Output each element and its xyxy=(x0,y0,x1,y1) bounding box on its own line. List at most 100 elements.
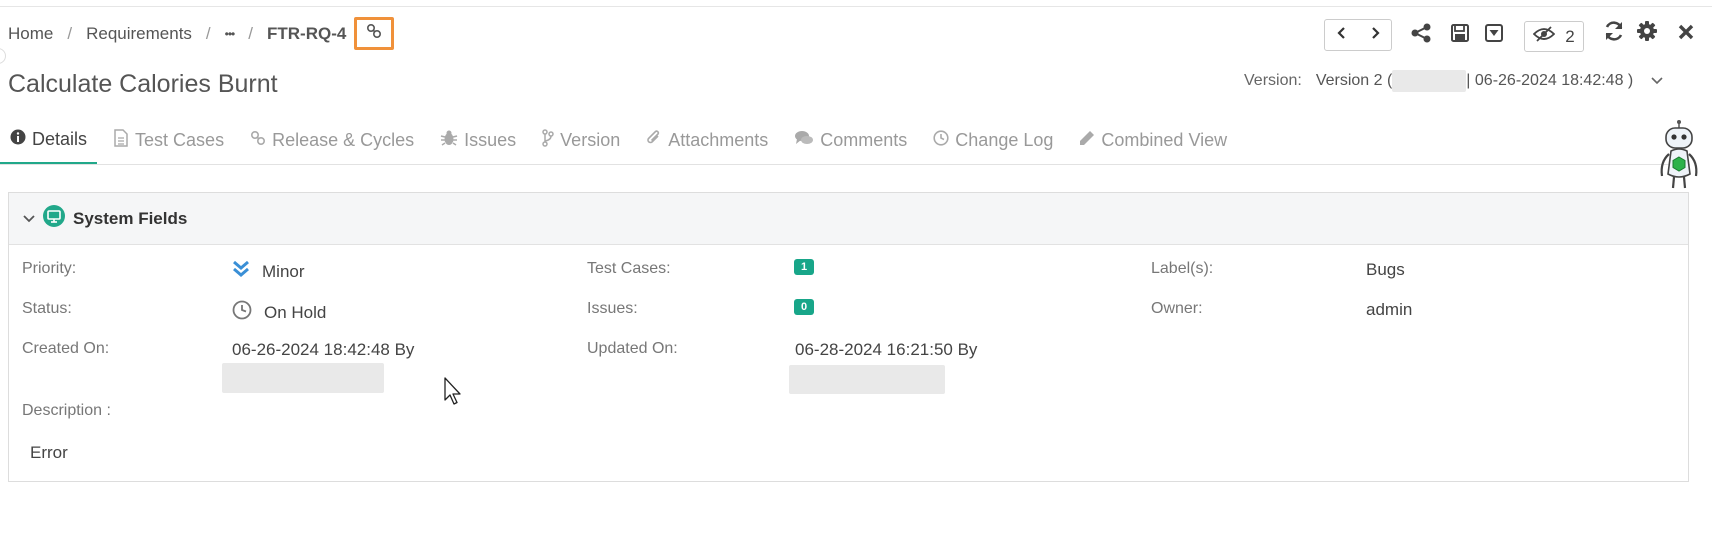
close-icon xyxy=(1677,23,1695,46)
tab-label: Attachments xyxy=(668,130,769,150)
tab-bar: Details Test Cases Release & Cycles Issu… xyxy=(0,116,1243,165)
version-value-suffix: | 06-26-2024 18:42:48 ) xyxy=(1466,72,1634,89)
created-on-label: Created On: xyxy=(22,340,110,357)
description-label: Description : xyxy=(22,402,111,419)
chevron-down-icon[interactable] xyxy=(23,210,35,228)
branch-icon xyxy=(542,129,554,152)
version-label: Version: xyxy=(1244,72,1302,89)
sidebar-toggle[interactable] xyxy=(0,48,6,64)
copy-link-button[interactable] xyxy=(354,17,394,50)
status-value: On Hold xyxy=(232,300,326,325)
priority-label: Priority: xyxy=(22,260,77,277)
share-icon xyxy=(1410,22,1432,49)
chevron-right-icon xyxy=(1369,26,1381,45)
breadcrumb-requirements[interactable]: Requirements xyxy=(86,24,192,44)
tab-attachments[interactable]: Attachments xyxy=(636,116,778,165)
paperclip-icon xyxy=(646,129,662,152)
double-chevron-down-icon xyxy=(232,260,250,283)
updated-on-label: Updated On: xyxy=(587,340,678,357)
tab-label: Version xyxy=(560,130,621,150)
tab-change-log[interactable]: Change Log xyxy=(923,116,1063,165)
page-title: Calculate Calories Burnt xyxy=(8,70,278,98)
test-cases-count-badge[interactable]: 1 xyxy=(794,259,815,275)
tabs-divider xyxy=(0,164,1690,165)
test-cases-label: Test Cases: xyxy=(587,260,671,277)
tab-label: Release & Cycles xyxy=(272,130,415,150)
pencil-icon xyxy=(1079,130,1095,151)
clock-icon xyxy=(232,300,252,325)
refresh-icon xyxy=(1603,20,1625,47)
eye-slash-icon xyxy=(1532,26,1556,47)
previous-button[interactable] xyxy=(1325,20,1358,50)
version-selector[interactable]: Version: Version 2 ( | 06-26-2024 18:42:… xyxy=(1244,70,1663,92)
monitor-icon xyxy=(43,205,65,232)
issues-label: Issues: xyxy=(587,300,638,317)
breadcrumb: Home / Requirements / ••• / FTR-RQ-4 xyxy=(8,22,346,46)
link-icon xyxy=(366,23,382,44)
labels-label: Label(s): xyxy=(1151,260,1214,277)
redacted-created-by xyxy=(222,363,384,393)
redacted-updated-by xyxy=(789,365,945,394)
breadcrumb-more[interactable]: ••• xyxy=(225,27,236,41)
breadcrumb-separator: / xyxy=(67,24,73,43)
breadcrumb-separator: / xyxy=(248,24,253,43)
breadcrumb-home[interactable]: Home xyxy=(8,24,53,44)
tab-label: Comments xyxy=(820,130,908,150)
document-icon xyxy=(113,129,129,152)
top-divider xyxy=(0,6,1712,7)
tab-comments[interactable]: Comments xyxy=(784,116,917,165)
clock-icon xyxy=(933,130,949,151)
tab-combined-view[interactable]: Combined View xyxy=(1069,116,1237,165)
mouse-cursor-icon xyxy=(444,377,464,412)
panel-title: System Fields xyxy=(73,208,188,228)
tab-details[interactable]: Details xyxy=(0,116,98,165)
chevron-left-icon xyxy=(1336,26,1348,45)
breadcrumb-current: FTR-RQ-4 xyxy=(267,24,347,43)
tab-label: Change Log xyxy=(955,130,1054,150)
version-value-prefix: Version 2 ( xyxy=(1315,72,1393,89)
share-button[interactable] xyxy=(1408,22,1434,48)
owner-value: admin xyxy=(1366,300,1413,319)
gear-icon xyxy=(1636,20,1658,47)
tab-test-cases[interactable]: Test Cases xyxy=(103,116,234,165)
panel-header[interactable]: System Fields xyxy=(9,193,1688,245)
bug-icon xyxy=(440,129,458,152)
owner-label: Owner: xyxy=(1151,300,1203,317)
tab-version[interactable]: Version xyxy=(532,116,630,165)
next-button[interactable] xyxy=(1358,20,1391,50)
robot-assistant-icon[interactable] xyxy=(1652,120,1706,190)
status-text: On Hold xyxy=(264,302,327,322)
description-value: Error xyxy=(30,443,68,462)
system-fields-panel: System Fields Priority: Minor Status: On… xyxy=(8,192,1689,482)
watchers-button[interactable]: 2 xyxy=(1524,21,1584,52)
tab-label: Test Cases xyxy=(135,130,225,150)
record-navigation xyxy=(1324,19,1392,51)
tab-label: Issues xyxy=(464,130,517,150)
redacted-author xyxy=(1392,70,1467,92)
close-button[interactable] xyxy=(1673,21,1699,47)
tab-issues[interactable]: Issues xyxy=(430,116,526,165)
test-cases-value[interactable]: 1 xyxy=(794,259,815,275)
save-button[interactable] xyxy=(1447,22,1473,48)
updated-on-value: 06-28-2024 16:21:50 By xyxy=(795,340,978,359)
breadcrumb-separator: / xyxy=(205,24,211,43)
issues-count-badge[interactable]: 0 xyxy=(794,299,815,315)
info-icon xyxy=(10,129,26,150)
link-icon xyxy=(250,130,266,151)
comments-icon xyxy=(794,130,814,151)
created-on-value: 06-26-2024 18:42:48 By xyxy=(232,340,415,359)
issues-value[interactable]: 0 xyxy=(794,299,815,315)
refresh-button[interactable] xyxy=(1601,20,1627,46)
status-label: Status: xyxy=(22,300,72,317)
watchers-count: 2 xyxy=(1565,26,1575,46)
labels-value: Bugs xyxy=(1366,260,1405,279)
save-icon xyxy=(1450,23,1470,48)
chevron-down-icon xyxy=(1651,72,1663,90)
priority-text: Minor xyxy=(262,261,305,281)
tab-label: Details xyxy=(32,128,88,149)
tab-label: Combined View xyxy=(1101,130,1228,150)
download-button[interactable] xyxy=(1481,22,1507,48)
tab-release-cycles[interactable]: Release & Cycles xyxy=(240,116,424,165)
settings-button[interactable] xyxy=(1634,20,1660,46)
download-icon xyxy=(1484,23,1504,48)
